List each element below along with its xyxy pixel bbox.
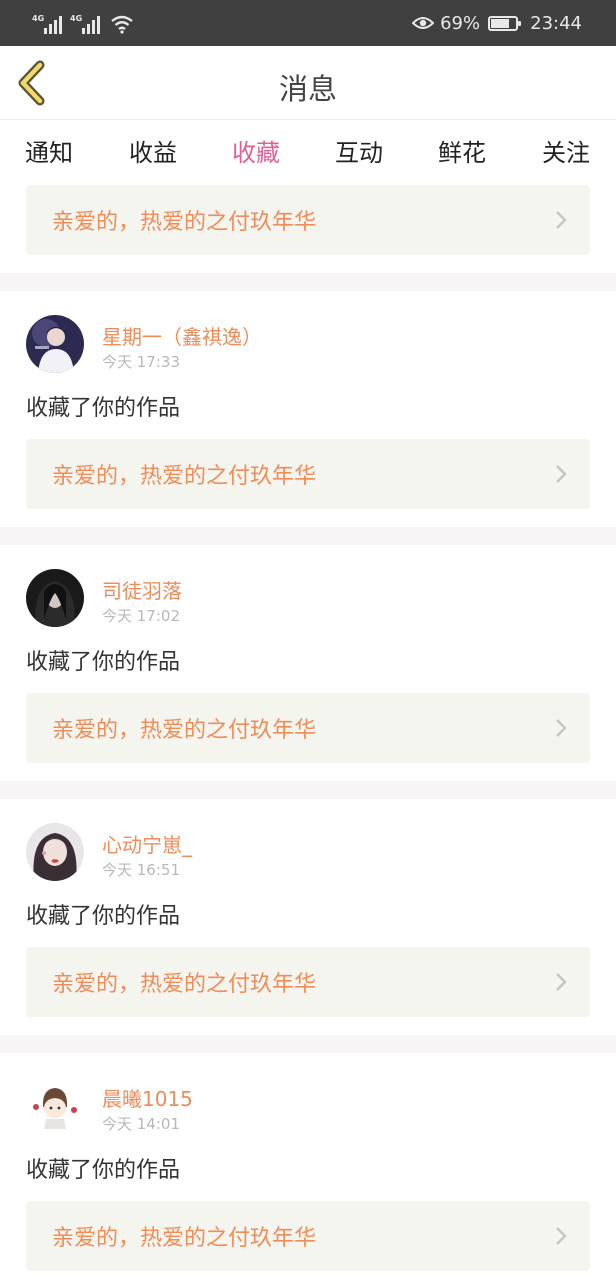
- nav-bar: 消息: [0, 46, 616, 120]
- action-text: 收藏了你的作品: [26, 904, 181, 929]
- work-title: 亲爱的，热爱的之付玖年华: [52, 718, 317, 743]
- eye-comfort-icon: [412, 17, 435, 29]
- tab-favorites[interactable]: 收藏: [232, 133, 280, 184]
- tab-bar: 通知 收益 收藏 互动 鲜花 关注: [0, 121, 616, 184]
- cell-signal-icon: 4G: [32, 14, 62, 34]
- work-title: 亲爱的，热爱的之付玖年华: [52, 1226, 317, 1251]
- divider: [0, 1035, 616, 1053]
- battery-icon: [488, 15, 522, 31]
- chevron-right-icon: [556, 211, 567, 229]
- page-title: 消息: [278, 72, 337, 106]
- user-name[interactable]: 司徒羽落: [102, 575, 182, 604]
- user-name[interactable]: 晨曦1015: [102, 1083, 193, 1112]
- work-title: 亲爱的，热爱的之付玖年华: [52, 210, 317, 235]
- tab-label: 收藏: [232, 139, 280, 167]
- timestamp: 今天 16:51: [102, 861, 180, 879]
- timestamp: 今天 17:02: [102, 607, 180, 625]
- work-link[interactable]: 亲爱的，热爱的之付玖年华: [26, 947, 590, 1017]
- user-name[interactable]: 心动宁崽_: [102, 829, 192, 858]
- list-item: 星期一（鑫祺逸） 今天 17:33 收藏了你的作品 亲爱的，热爱的之付玖年华: [0, 291, 616, 527]
- divider: [0, 273, 616, 291]
- work-link[interactable]: 亲爱的，热爱的之付玖年华: [26, 439, 590, 509]
- work-link[interactable]: 亲爱的，热爱的之付玖年华: [26, 1201, 590, 1271]
- message-feed: 亲爱的，热爱的之付玖年华 星期一（鑫祺逸） 今天 17:33 收藏了你的作品 亲…: [0, 179, 616, 1280]
- work-title: 亲爱的，热爱的之付玖年华: [52, 464, 317, 489]
- user-name[interactable]: 星期一（鑫祺逸）: [102, 321, 262, 350]
- tab-label: 收益: [129, 139, 177, 167]
- divider: [0, 527, 616, 545]
- signal-indicators: 4G 4G: [32, 10, 134, 34]
- work-title: 亲爱的，热爱的之付玖年华: [52, 972, 317, 997]
- tab-label: 关注: [542, 139, 590, 167]
- action-text: 收藏了你的作品: [26, 1158, 181, 1183]
- list-item: 晨曦1015 今天 14:01 收藏了你的作品 亲爱的，热爱的之付玖年华: [0, 1053, 616, 1280]
- tab-follows[interactable]: 关注: [542, 133, 590, 168]
- tab-notifications[interactable]: 通知: [25, 133, 73, 168]
- battery-percent: 69%: [440, 12, 481, 34]
- clock: 23:44: [530, 12, 582, 34]
- network-type-label-2: 4G: [70, 14, 83, 23]
- chevron-right-icon: [556, 973, 567, 991]
- timestamp: 今天 14:01: [102, 1115, 180, 1133]
- divider: [0, 781, 616, 799]
- chevron-right-icon: [556, 719, 567, 737]
- tab-flowers[interactable]: 鲜花: [438, 133, 486, 168]
- work-link[interactable]: 亲爱的，热爱的之付玖年华: [26, 693, 590, 763]
- list-item: 司徒羽落 今天 17:02 收藏了你的作品 亲爱的，热爱的之付玖年华: [0, 545, 616, 781]
- cell-signal-icon-2: 4G: [70, 14, 100, 34]
- tab-label: 通知: [25, 139, 73, 167]
- network-type-label: 4G: [32, 14, 45, 23]
- timestamp: 今天 17:33: [102, 353, 180, 371]
- avatar[interactable]: [26, 315, 84, 373]
- chevron-right-icon: [556, 1227, 567, 1245]
- action-text: 收藏了你的作品: [26, 396, 181, 421]
- list-item: 亲爱的，热爱的之付玖年华: [0, 179, 616, 273]
- chevron-right-icon: [556, 465, 567, 483]
- status-right: 69% 23:44: [412, 12, 582, 34]
- tab-label: 鲜花: [438, 139, 486, 167]
- status-bar: 4G 4G 69% 23:44: [0, 0, 616, 46]
- action-text: 收藏了你的作品: [26, 650, 181, 675]
- tab-label: 互动: [335, 139, 383, 167]
- wifi-icon: [111, 15, 133, 34]
- avatar[interactable]: [26, 823, 84, 881]
- work-link[interactable]: 亲爱的，热爱的之付玖年华: [26, 185, 590, 255]
- avatar[interactable]: [26, 1077, 84, 1135]
- tab-earnings[interactable]: 收益: [129, 133, 177, 168]
- tab-interactions[interactable]: 互动: [335, 133, 383, 168]
- list-item: 心动宁崽_ 今天 16:51 收藏了你的作品 亲爱的，热爱的之付玖年华: [0, 799, 616, 1035]
- avatar[interactable]: [26, 569, 84, 627]
